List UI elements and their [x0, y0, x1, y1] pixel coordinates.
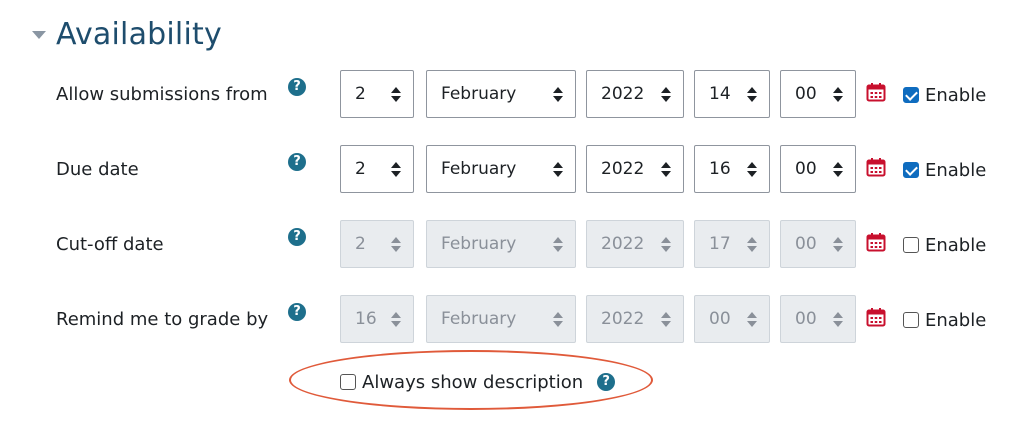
date-row-cut-off-date: Cut-off date ? 2 February 2022 17 00 Ena…: [0, 220, 1024, 270]
row-label: Allow submissions from: [56, 84, 268, 105]
month-select[interactable]: February: [426, 220, 576, 268]
checkbox-checked[interactable]: [903, 87, 919, 103]
day-select[interactable]: 16: [340, 295, 414, 343]
question-circle-icon[interactable]: ?: [597, 373, 616, 391]
row-label: Remind me to grade by: [56, 309, 269, 330]
enable-label: Enable: [925, 309, 987, 331]
enable-checkbox[interactable]: Enable: [903, 70, 986, 120]
date-row-remind-to-grade: Remind me to grade by ? 16 February 2022…: [0, 295, 1024, 345]
year-select[interactable]: 2022: [586, 220, 684, 268]
day-select[interactable]: 2: [340, 70, 414, 118]
question-circle-icon[interactable]: ?: [288, 303, 306, 321]
enable-label: Enable: [925, 234, 987, 256]
month-select[interactable]: February: [426, 295, 576, 343]
minute-select[interactable]: 00: [780, 220, 856, 268]
section-title: Availability: [56, 16, 222, 52]
year-select[interactable]: 2022: [586, 70, 684, 118]
date-row-due-date: Due date ? 2 February 2022 16 00 Enable: [0, 145, 1024, 195]
hour-select[interactable]: 00: [694, 295, 770, 343]
section-header-availability[interactable]: Availability: [32, 12, 222, 56]
year-select[interactable]: 2022: [586, 145, 684, 193]
calendar-icon[interactable]: [866, 157, 886, 177]
always-show-description-label: Always show description: [362, 371, 584, 393]
hour-select[interactable]: 16: [694, 145, 770, 193]
year-select[interactable]: 2022: [586, 295, 684, 343]
question-circle-icon[interactable]: ?: [288, 153, 306, 171]
row-label: Due date: [56, 159, 139, 180]
month-select[interactable]: February: [426, 145, 576, 193]
hour-select[interactable]: 14: [694, 70, 770, 118]
calendar-icon[interactable]: [866, 82, 886, 102]
checkbox-unchecked[interactable]: [340, 374, 356, 390]
minute-select[interactable]: 00: [780, 145, 856, 193]
checkbox-unchecked[interactable]: [903, 237, 919, 253]
caret-down-icon[interactable]: [32, 31, 46, 39]
calendar-icon[interactable]: [866, 232, 886, 252]
question-circle-icon[interactable]: ?: [288, 228, 306, 246]
day-select[interactable]: 2: [340, 145, 414, 193]
always-show-description-checkbox[interactable]: Always show description ?: [340, 368, 616, 396]
minute-select[interactable]: 00: [780, 295, 856, 343]
enable-label: Enable: [925, 159, 987, 181]
enable-checkbox[interactable]: Enable: [903, 295, 986, 345]
calendar-icon[interactable]: [866, 307, 886, 327]
month-select[interactable]: February: [426, 70, 576, 118]
date-row-allow-submissions: Allow submissions from ? 2 February 2022…: [0, 70, 1024, 120]
minute-select[interactable]: 00: [780, 70, 856, 118]
enable-checkbox[interactable]: Enable: [903, 145, 986, 195]
checkbox-unchecked[interactable]: [903, 312, 919, 328]
hour-select[interactable]: 17: [694, 220, 770, 268]
enable-label: Enable: [925, 84, 987, 106]
day-select[interactable]: 2: [340, 220, 414, 268]
enable-checkbox[interactable]: Enable: [903, 220, 986, 270]
question-circle-icon[interactable]: ?: [288, 78, 306, 96]
row-label: Cut-off date: [56, 234, 164, 255]
checkbox-checked[interactable]: [903, 162, 919, 178]
